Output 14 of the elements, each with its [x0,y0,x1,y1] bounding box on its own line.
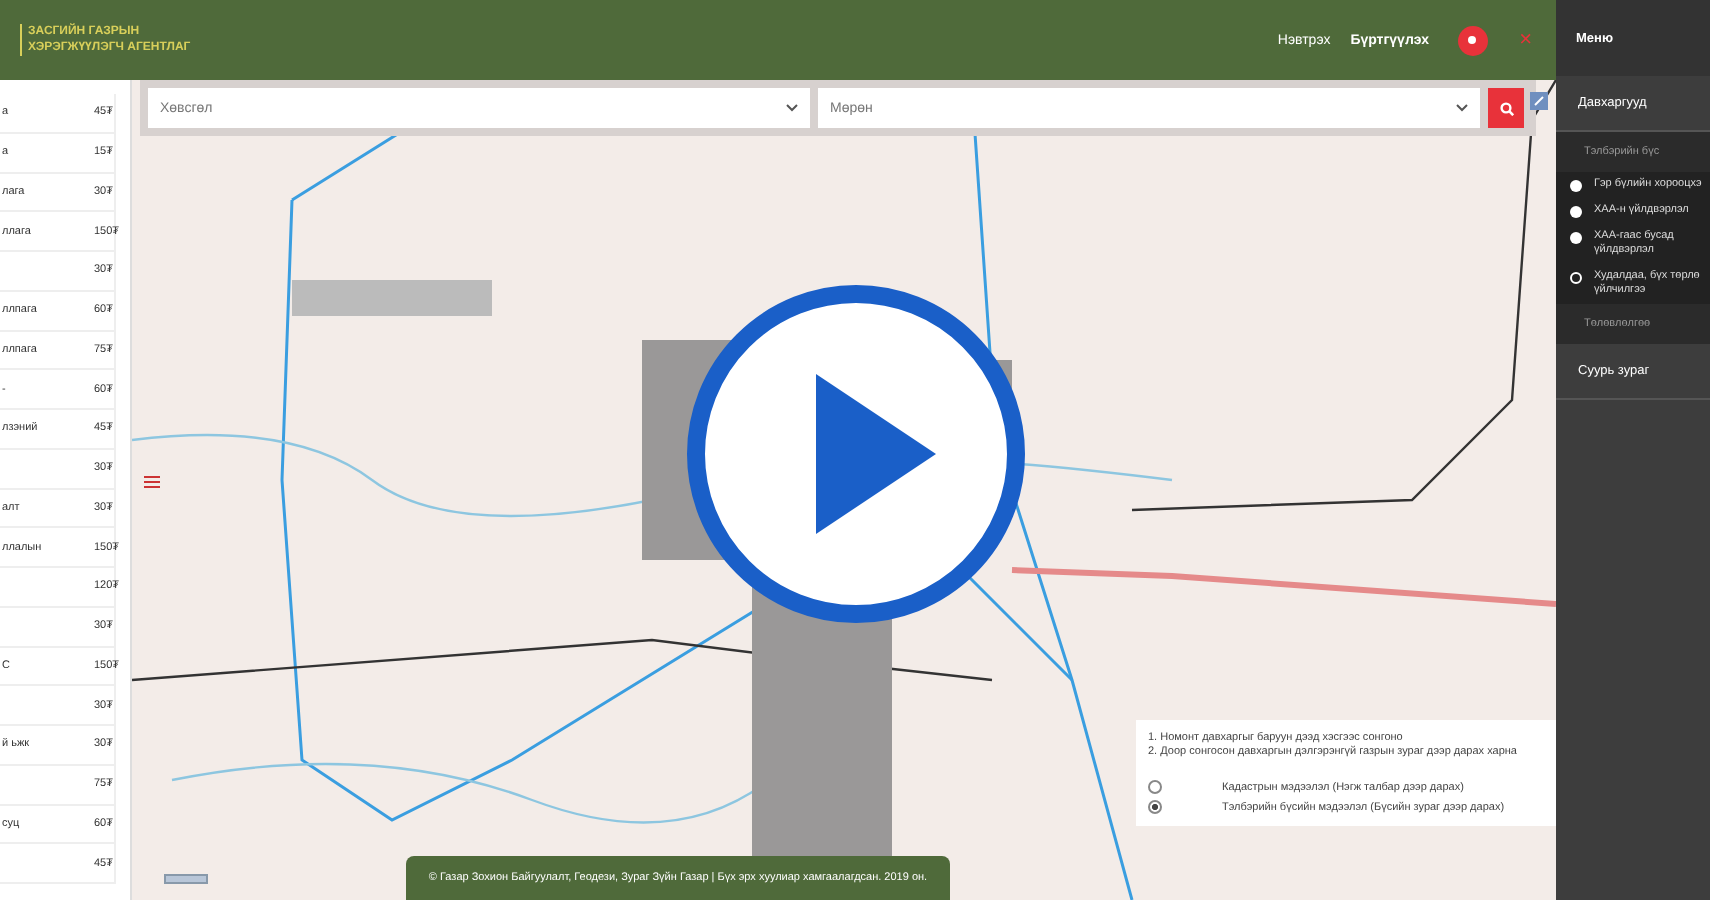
play-button-icon[interactable] [686,284,1026,624]
search-icon [1499,101,1513,115]
menu-icon [144,476,160,488]
menu-button[interactable] [144,476,160,488]
edit-button[interactable] [1530,92,1548,110]
chevron-down-icon [1456,104,1468,112]
pencil-icon [1534,96,1544,106]
radio-button[interactable] [1148,780,1162,794]
chevron-down-icon [786,104,798,112]
search-button[interactable] [1488,88,1524,128]
scale-bar [164,874,208,884]
dot-icon [1468,36,1477,44]
record-button[interactable] [1457,25,1488,55]
radio-button[interactable] [1148,800,1162,814]
